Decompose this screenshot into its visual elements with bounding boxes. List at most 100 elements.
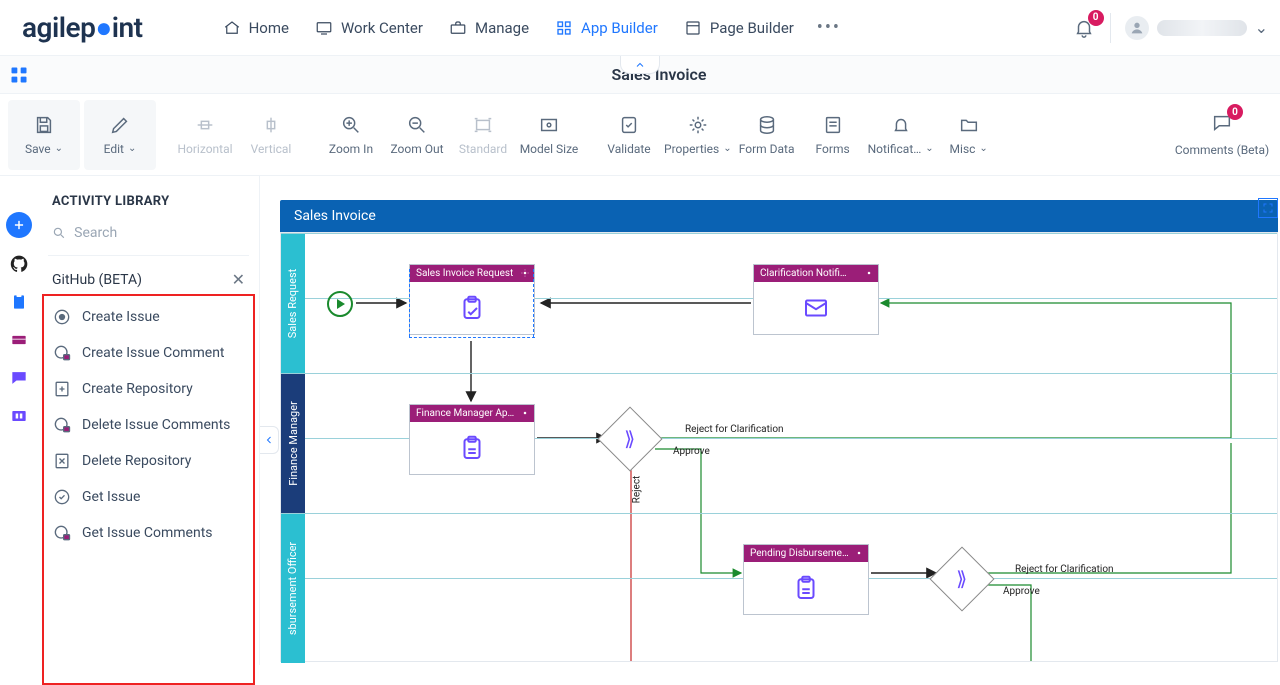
swimlane-sales-request[interactable]: Sales Request Sales Invoice Request Clar… <box>281 233 1277 373</box>
form-data-button[interactable]: Form Data <box>736 100 798 170</box>
chat-icon <box>9 368 29 388</box>
nav-work-center[interactable]: Work Center <box>315 19 423 37</box>
rail-container-button[interactable] <box>7 404 31 428</box>
forms-button[interactable]: Forms <box>802 100 864 170</box>
fit-standard-icon <box>472 114 494 136</box>
chevron-down-icon: ⌄ <box>55 143 63 154</box>
monitor-icon <box>315 19 333 37</box>
layout-icon <box>684 19 702 37</box>
properties-button[interactable]: Properties⌄ <box>664 100 732 170</box>
apps-grid-icon <box>9 65 29 85</box>
brand-logo: agilep●int <box>22 11 143 44</box>
comments-button[interactable]: 0 Comments (Beta) <box>1172 100 1272 170</box>
connector-label: Reject for Clarification <box>1015 564 1114 575</box>
activity-group-name: GitHub (BETA) <box>52 272 142 288</box>
rail-clipboard-button[interactable] <box>7 290 31 314</box>
activity-search[interactable] <box>48 219 249 256</box>
comments-badge: 0 <box>1227 104 1243 120</box>
zoom-out-button[interactable]: Zoom Out <box>386 100 448 170</box>
chevron-up-icon <box>634 59 646 71</box>
collapse-header-button[interactable] <box>620 56 660 74</box>
chevron-down-icon: ⌄ <box>1255 18 1268 37</box>
rail-card-button[interactable] <box>7 328 31 352</box>
activity-search-input[interactable] <box>74 225 245 241</box>
gear-icon[interactable] <box>520 268 530 281</box>
swimlane-tab[interactable]: Finance Manager <box>281 374 305 513</box>
start-event[interactable] <box>327 291 353 317</box>
activity-sales-invoice-request[interactable]: Sales Invoice Request <box>409 264 535 335</box>
swimlane-tab[interactable]: Sales Request <box>281 234 305 373</box>
swimlane-finance-manager[interactable]: Finance Manager Finance Manager Appr… ⟫ … <box>281 373 1277 513</box>
activity-item-create-repository[interactable]: Create Repository <box>48 371 249 407</box>
user-menu[interactable]: ⌄ <box>1125 16 1268 40</box>
activity-item-create-issue-comment[interactable]: Create Issue Comment <box>48 335 249 371</box>
connector-label: Reject <box>631 476 642 504</box>
bell-icon <box>890 114 912 136</box>
align-vertical-icon <box>260 114 282 136</box>
app-grid-button[interactable] <box>0 65 38 85</box>
align-horizontal-icon <box>194 114 216 136</box>
activity-item-get-issue-comments[interactable]: Get Issue Comments <box>48 515 249 551</box>
add-activity-button[interactable] <box>6 212 32 238</box>
gear-icon[interactable] <box>520 408 530 421</box>
align-vertical-button[interactable]: Vertical <box>240 100 302 170</box>
validate-icon <box>618 114 640 136</box>
edit-button[interactable]: Edit⌄ <box>84 100 156 170</box>
zoom-standard-button[interactable]: Standard <box>452 100 514 170</box>
github-activity-icon <box>52 307 72 327</box>
zoom-in-button[interactable]: Zoom In <box>320 100 382 170</box>
rail-chat-button[interactable] <box>7 366 31 390</box>
expand-canvas-button[interactable] <box>1258 198 1278 218</box>
nav-home[interactable]: Home <box>223 19 289 37</box>
notifications-button[interactable]: 0 <box>1072 16 1096 40</box>
connector-label: Approve <box>1003 586 1040 597</box>
save-button[interactable]: Save⌄ <box>8 100 80 170</box>
swimlane-disbursement-officer[interactable]: sbursement Officer Pending Disbursement … <box>281 513 1277 663</box>
activity-clarification-notification[interactable]: Clarification Notifi… <box>753 264 879 335</box>
swimlane-header[interactable]: Sales Invoice <box>280 200 1278 232</box>
validate-button[interactable]: Validate <box>598 100 660 170</box>
chevron-down-icon: ⌄ <box>128 143 136 154</box>
swimlanes: Sales Request Sales Invoice Request Clar… <box>280 232 1278 662</box>
activity-item-get-issue[interactable]: Get Issue <box>48 479 249 515</box>
gear-icon[interactable] <box>854 548 864 561</box>
pencil-icon <box>109 114 131 136</box>
chevron-left-icon <box>263 434 275 446</box>
expand-icon <box>1262 202 1274 214</box>
activity-item-delete-repository[interactable]: Delete Repository <box>48 443 249 479</box>
gear-icon <box>687 114 709 136</box>
nav-manage[interactable]: Manage <box>449 19 529 37</box>
divider <box>1110 13 1111 43</box>
connector-label: Reject for Clarification <box>685 424 784 435</box>
notifications-toolbar-button[interactable]: Notificat…⌄ <box>868 100 934 170</box>
gateway-disbursement[interactable]: ⟫ <box>929 546 994 611</box>
nav-more[interactable]: ••• <box>820 19 838 37</box>
rail-github-button[interactable] <box>7 252 31 276</box>
swimlane-tab[interactable]: sbursement Officer <box>281 514 305 663</box>
align-horizontal-button[interactable]: Horizontal <box>174 100 236 170</box>
gateway-finance[interactable]: ⟫ <box>597 406 662 471</box>
nav-page-builder[interactable]: Page Builder <box>684 19 794 37</box>
connector-label: Approve <box>673 446 710 457</box>
database-icon <box>756 114 778 136</box>
save-icon <box>33 114 55 136</box>
collapse-sidebar-button[interactable] <box>260 426 279 454</box>
top-nav: agilep●int Home Work Center Manage App B… <box>0 0 1280 56</box>
activity-pending-disbursement[interactable]: Pending Disbursement <box>743 544 869 615</box>
close-group-button[interactable]: ✕ <box>232 270 245 289</box>
chevron-down-icon: ⌄ <box>723 143 731 154</box>
activity-item-create-issue[interactable]: Create Issue <box>48 299 249 335</box>
clipboard-icon <box>9 292 29 312</box>
github-activity-icon <box>52 379 72 399</box>
activity-item-delete-issue-comments[interactable]: Delete Issue Comments <box>48 407 249 443</box>
gear-icon[interactable] <box>864 268 874 281</box>
nav-app-builder[interactable]: App Builder <box>555 19 658 37</box>
clipboard-lines-icon <box>791 573 821 603</box>
home-icon <box>223 19 241 37</box>
github-activity-icon <box>52 415 72 435</box>
toolbar: Save⌄ Edit⌄ Horizontal Vertical Zoom In … <box>0 94 1280 176</box>
zoom-model-size-button[interactable]: Model Size <box>518 100 580 170</box>
activity-finance-manager-approval[interactable]: Finance Manager Appr… <box>409 404 535 475</box>
process-canvas[interactable]: Sales Invoice <box>260 176 1280 665</box>
misc-button[interactable]: Misc⌄ <box>938 100 1000 170</box>
